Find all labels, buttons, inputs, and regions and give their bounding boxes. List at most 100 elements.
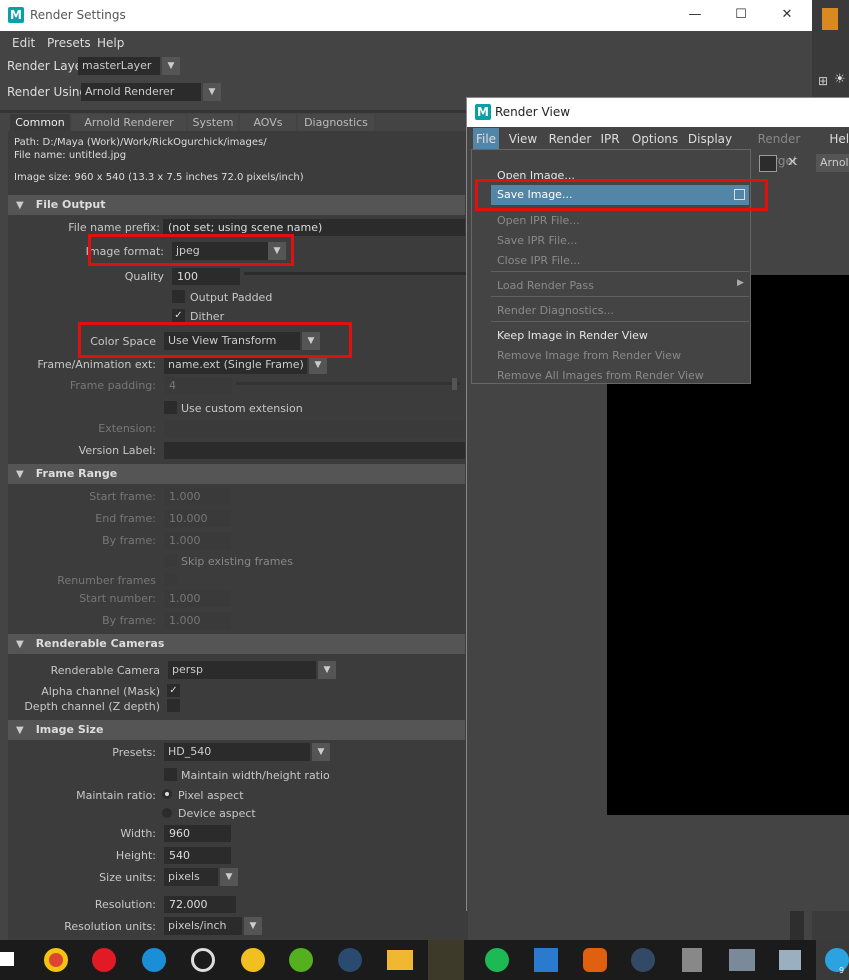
version-label-field[interactable] (164, 442, 465, 459)
resolution-label: Resolution: (94, 898, 156, 911)
menu-options[interactable]: Options (629, 128, 681, 150)
render-layer-dropdown[interactable]: masterLayer (78, 57, 160, 75)
menu-view[interactable]: View (505, 128, 541, 150)
opera-icon[interactable] (92, 948, 116, 972)
custom-extension-checkbox[interactable] (164, 401, 177, 414)
section-frame-range[interactable]: ▼ Frame Range (8, 464, 465, 484)
edge-icon[interactable] (142, 948, 166, 972)
chevron-down-icon[interactable]: ▼ (220, 868, 238, 886)
menu-display[interactable]: Display (685, 128, 735, 150)
resolution-units-dropdown[interactable]: pixels/inch (164, 917, 242, 935)
height-label: Height: (115, 849, 156, 862)
height-field[interactable]: 540 (164, 847, 231, 864)
size-units-dropdown[interactable]: pixels (164, 868, 218, 886)
section-renderable-cameras[interactable]: ▼ Renderable Cameras (8, 634, 465, 654)
chevron-down-icon[interactable]: ▼ (302, 332, 320, 350)
game-app-icon[interactable] (583, 948, 607, 972)
render-settings-titlebar[interactable]: M Render Settings — ☐ ✕ (0, 0, 812, 31)
color-space-dropdown[interactable]: Use View Transform (164, 332, 300, 350)
maximize-icon[interactable]: ☐ (718, 0, 764, 31)
image-icon[interactable] (759, 155, 777, 172)
pixel-aspect-radio[interactable] (162, 789, 172, 799)
cube-icon[interactable] (822, 8, 838, 30)
image-format-dropdown[interactable]: jpeg (172, 242, 268, 260)
menu-help[interactable]: Help (823, 128, 849, 150)
menu-item-keep-image[interactable]: Keep Image in Render View (497, 329, 648, 342)
depth-channel-checkbox[interactable] (167, 699, 180, 712)
chevron-down-icon[interactable]: ▼ (244, 917, 262, 935)
notes-app-icon[interactable] (779, 950, 801, 970)
renderable-camera-dropdown[interactable]: persp (168, 661, 316, 679)
maintain-wh-checkbox[interactable] (164, 768, 177, 781)
tab-diagnostics[interactable]: Diagnostics (298, 114, 374, 131)
lemon-app-icon[interactable] (241, 948, 265, 972)
chevron-down-icon[interactable]: ▼ (318, 661, 336, 679)
output-padded-checkbox[interactable] (172, 290, 185, 303)
windows-start-icon[interactable] (0, 952, 14, 966)
menu-file[interactable]: File (473, 128, 499, 150)
checker-icon[interactable]: ⊞ (818, 74, 828, 88)
menu-ipr[interactable]: IPR (597, 128, 623, 150)
menu-item-open-image[interactable]: Open Image... (497, 169, 575, 182)
menu-help[interactable]: Help (97, 36, 124, 50)
chevron-down-icon[interactable]: ▼ (309, 356, 327, 374)
scrollbar[interactable] (790, 910, 804, 940)
dither-checkbox[interactable]: ✓ (172, 309, 185, 322)
render-view-titlebar[interactable]: M Render View (467, 98, 849, 127)
chevron-down-icon[interactable]: ▼ (162, 57, 180, 75)
close-icon[interactable]: ✕ (764, 0, 810, 31)
resolution-field[interactable]: 72.000 (164, 896, 236, 913)
output-padded-label: Output Padded (190, 291, 273, 304)
by-frame-2-label: By frame: (102, 614, 156, 627)
presets-dropdown[interactable]: HD_540 (164, 743, 310, 761)
section-frame-range-label: Frame Range (35, 467, 118, 480)
spotify-icon[interactable] (485, 948, 509, 972)
quality-slider[interactable] (244, 272, 466, 275)
remove-image-icon[interactable]: ✕ (787, 155, 798, 170)
light-icon[interactable]: ☀ (834, 72, 846, 87)
tab-arnold-renderer[interactable]: Arnold Renderer (72, 114, 186, 131)
steam-2-icon[interactable] (631, 948, 655, 972)
width-field[interactable]: 960 (164, 825, 231, 842)
renderer-dropdown[interactable]: Arnold (816, 154, 849, 172)
chevron-down-icon[interactable]: ▼ (268, 242, 286, 260)
telegram-slot[interactable]: 9 (816, 940, 849, 980)
depth-channel-label: Depth channel (Z depth) (24, 700, 160, 713)
menu-item-save-image[interactable]: Save Image... (491, 185, 749, 205)
pixel-aspect-label: Pixel aspect (178, 789, 244, 802)
render-using-dropdown[interactable]: Arnold Renderer (81, 83, 201, 101)
frame-padding-field: 4 (164, 377, 232, 394)
menu-render[interactable]: Render (547, 128, 593, 150)
start-frame-field: 1.000 (164, 488, 231, 505)
clock-app-icon[interactable] (191, 948, 215, 972)
device-aspect-radio[interactable] (162, 808, 172, 818)
collapse-icon: ▼ (16, 639, 24, 650)
monitor-app-icon[interactable] (729, 949, 755, 971)
tab-aovs[interactable]: AOVs (240, 114, 296, 131)
frame-animation-ext-dropdown[interactable]: name.ext (Single Frame) (164, 356, 307, 374)
section-file-output-label: File Output (35, 198, 106, 211)
telegram-icon[interactable] (825, 948, 849, 972)
file-name-prefix-field[interactable]: (not set; using scene name) (163, 219, 465, 236)
alpha-channel-checkbox[interactable]: ✓ (167, 684, 180, 697)
section-image-size[interactable]: ▼ Image Size (8, 720, 465, 740)
tab-common[interactable]: Common (10, 114, 70, 131)
media-app-icon[interactable] (428, 940, 464, 980)
tab-system[interactable]: System (188, 114, 238, 131)
chevron-down-icon[interactable]: ▼ (312, 743, 330, 761)
menu-edit[interactable]: Edit (12, 36, 35, 50)
minimize-icon[interactable]: — (672, 0, 718, 31)
utorrent-icon[interactable] (289, 948, 313, 972)
quality-field[interactable]: 100 (172, 268, 240, 285)
option-box-icon[interactable] (734, 189, 745, 200)
chrome-icon[interactable] (44, 948, 68, 972)
file-name-prefix-label: File name prefix: (68, 221, 160, 234)
menu-presets[interactable]: Presets (47, 36, 91, 50)
steam-icon[interactable] (338, 948, 362, 972)
chevron-down-icon[interactable]: ▼ (203, 83, 221, 101)
section-file-output[interactable]: ▼ File Output (8, 195, 465, 215)
by-frame-2-field: 1.000 (164, 612, 231, 629)
folder-icon[interactable] (387, 950, 413, 970)
photos-icon[interactable] (534, 948, 558, 972)
calculator-icon[interactable] (682, 948, 702, 972)
